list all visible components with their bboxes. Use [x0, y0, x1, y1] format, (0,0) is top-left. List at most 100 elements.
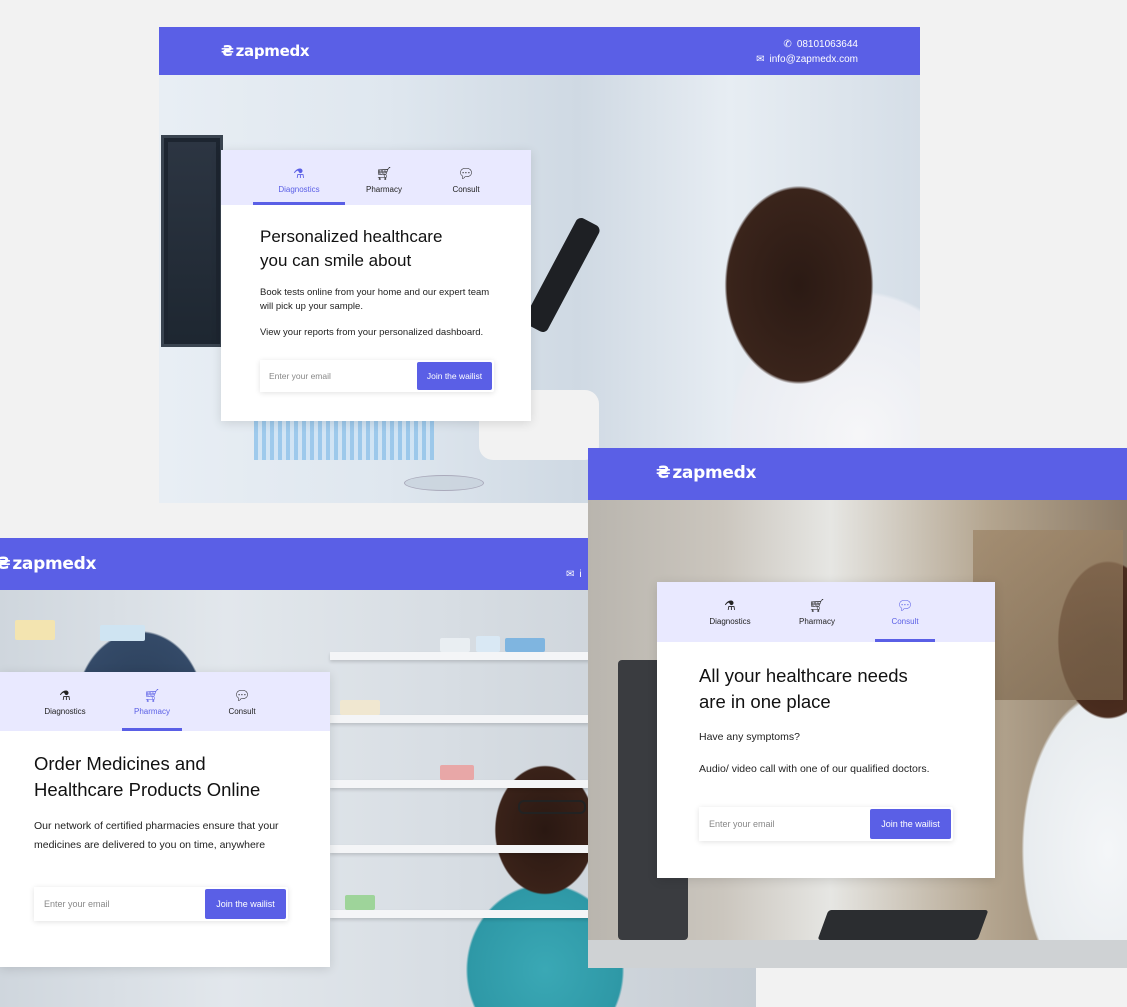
description-2: Audio/ video call with one of our qualif…: [699, 763, 930, 775]
logo-text: zapmedx: [672, 463, 757, 483]
bookshelf: [973, 530, 1123, 700]
chat-icon: 💬︎: [896, 598, 914, 613]
tab-label: Consult: [228, 707, 256, 716]
shelf: [330, 652, 590, 660]
tab-label: Pharmacy: [798, 617, 835, 626]
contact-info: ✆ 08101063644 ✉ info@zapmedx.com: [756, 37, 858, 67]
tab-label: Pharmacy: [133, 707, 170, 716]
email-row[interactable]: ✉ info@zapmedx.com: [756, 52, 858, 67]
diagnostics-screenshot: ₴ zapmedx ✆ 08101063644 ✉ info@zapmedx.com …: [159, 27, 920, 503]
service-tabs: ⚗ Diagnostics 🛒︎ Pharmacy 💬︎ Consult: [221, 150, 531, 205]
medicine-box: [100, 625, 145, 641]
logo-icon: ₴: [221, 42, 234, 60]
tab-label: Consult: [891, 617, 919, 626]
title-line-1: Order Medicines and: [34, 753, 206, 774]
diagnostics-card: ⚗ Diagnostics 🛒︎ Pharmacy 💬︎ Consult Person…: [221, 150, 531, 421]
cart-icon: 🛒︎: [808, 598, 826, 613]
service-tabs: ⚗ Diagnostics 🛒︎ Pharmacy 💬︎ Consult: [657, 582, 995, 642]
logo[interactable]: ₴ zapmedx: [0, 554, 96, 574]
tab-label: Consult: [452, 185, 480, 194]
title-line-1: Personalized healthcare: [260, 227, 443, 246]
pharmacy-card: ⚗ Diagnostics 🛒︎ Pharmacy 💬︎ Consult Order …: [0, 672, 330, 967]
logo[interactable]: ₴ zapmedx: [221, 42, 310, 60]
tab-label: Diagnostics: [278, 185, 320, 194]
flask-icon: ⚗: [59, 688, 71, 703]
tab-diagnostics[interactable]: ⚗ Diagnostics: [697, 598, 763, 642]
join-waitlist-button[interactable]: Join the wailist: [205, 889, 286, 919]
waitlist-form: Join the wailist: [34, 887, 288, 921]
keyboard: [817, 910, 989, 940]
mail-icon: ✉: [566, 569, 575, 580]
card-title: Personalized healthcare you can smile ab…: [260, 225, 493, 273]
logo[interactable]: ₴ zapmedx: [656, 463, 756, 483]
tab-consult[interactable]: 💬︎ Consult: [212, 688, 272, 731]
email-input[interactable]: [699, 807, 868, 841]
title-line-2: Healthcare Products Online: [34, 779, 261, 800]
cart-icon: 🛒︎: [143, 688, 161, 703]
medicine-box: [15, 620, 55, 640]
mail-icon: ✉: [756, 54, 765, 65]
join-waitlist-button[interactable]: Join the wailist: [870, 809, 951, 839]
shelf: [330, 780, 590, 788]
card-title: Order Medicines and Healthcare Products …: [34, 751, 294, 803]
tab-label: Diagnostics: [709, 617, 751, 626]
flask-icon: ⚗: [724, 598, 736, 613]
logo-icon: ₴: [656, 463, 671, 483]
tab-consult[interactable]: 💬︎ Consult: [433, 166, 499, 205]
description-1: Our network of certified pharmacies ensu…: [34, 820, 279, 851]
email-address: info@zapmedx.com: [769, 54, 858, 65]
logo-text: zapmedx: [235, 42, 310, 60]
tab-consult[interactable]: 💬︎ Consult: [875, 598, 935, 642]
medicine-box: [345, 895, 375, 910]
chat-icon: 💬︎: [457, 166, 475, 181]
consult-card: ⚗ Diagnostics 🛒︎ Pharmacy 💬︎ Consult All yo…: [657, 582, 995, 878]
waitlist-form: Join the wailist: [699, 807, 953, 841]
card-title: All your healthcare needs are in one pla…: [699, 663, 955, 715]
shelf: [330, 910, 590, 918]
join-waitlist-button[interactable]: Join the wailist: [417, 362, 492, 390]
consult-screenshot: ₴ zapmedx ⚗ Diagnostics 🛒︎ Pharmacy 💬︎ Consu…: [588, 448, 1127, 968]
phone-row[interactable]: ✆ 08101063644: [756, 37, 858, 52]
tab-diagnostics[interactable]: ⚗ Diagnostics: [253, 166, 345, 205]
medicine-box: [340, 700, 380, 715]
desk: [588, 940, 1127, 968]
test-tubes: [254, 420, 434, 460]
medicine-box: [440, 638, 470, 652]
medicine-box: [505, 638, 545, 652]
title-line-2: you can smile about: [260, 251, 412, 270]
email-address-partial: i: [579, 569, 582, 580]
tab-pharmacy[interactable]: 🛒︎ Pharmacy: [351, 166, 417, 205]
chat-icon: 💬︎: [233, 688, 251, 703]
header-bar: ₴ zapmedx: [588, 448, 1127, 500]
shelf: [330, 845, 590, 853]
phone-number: 08101063644: [796, 39, 858, 50]
shelf: [330, 715, 590, 723]
logo-icon: ₴: [0, 554, 11, 574]
pharmacist-glasses: [518, 800, 586, 814]
tab-diagnostics[interactable]: ⚗ Diagnostics: [34, 688, 96, 731]
medicine-box: [476, 636, 500, 652]
header-bar: ₴ zapmedx ✆ 08101063644 ✉ info@zapmedx.com: [159, 27, 920, 75]
title-line-1: All your healthcare needs: [699, 665, 908, 686]
tab-label: Diagnostics: [44, 707, 86, 716]
phone-icon: ✆: [783, 39, 792, 50]
tab-pharmacy[interactable]: 🛒︎ Pharmacy: [787, 598, 847, 642]
medicine-box: [440, 765, 474, 780]
email-input[interactable]: [34, 887, 203, 921]
tab-label: Pharmacy: [365, 185, 402, 194]
email-input[interactable]: [260, 360, 415, 392]
title-line-2: are in one place: [699, 691, 831, 712]
waitlist-form: Join the wailist: [260, 360, 494, 392]
logo-text: zapmedx: [12, 554, 97, 574]
description-1: Book tests online from your home and our…: [260, 287, 490, 312]
flask-icon: ⚗: [293, 166, 305, 181]
lab-monitor: [161, 135, 223, 347]
description-2: View your reports from your personalized…: [260, 327, 484, 338]
microscope-arm: [522, 215, 602, 335]
description-1: Have any symptoms?: [699, 731, 800, 743]
service-tabs: ⚗ Diagnostics 🛒︎ Pharmacy 💬︎ Consult: [0, 672, 330, 731]
petri-dish: [404, 475, 484, 491]
contact-info: ✉ i: [566, 567, 582, 582]
cart-icon: 🛒︎: [375, 166, 393, 181]
tab-pharmacy[interactable]: 🛒︎ Pharmacy: [122, 688, 182, 731]
